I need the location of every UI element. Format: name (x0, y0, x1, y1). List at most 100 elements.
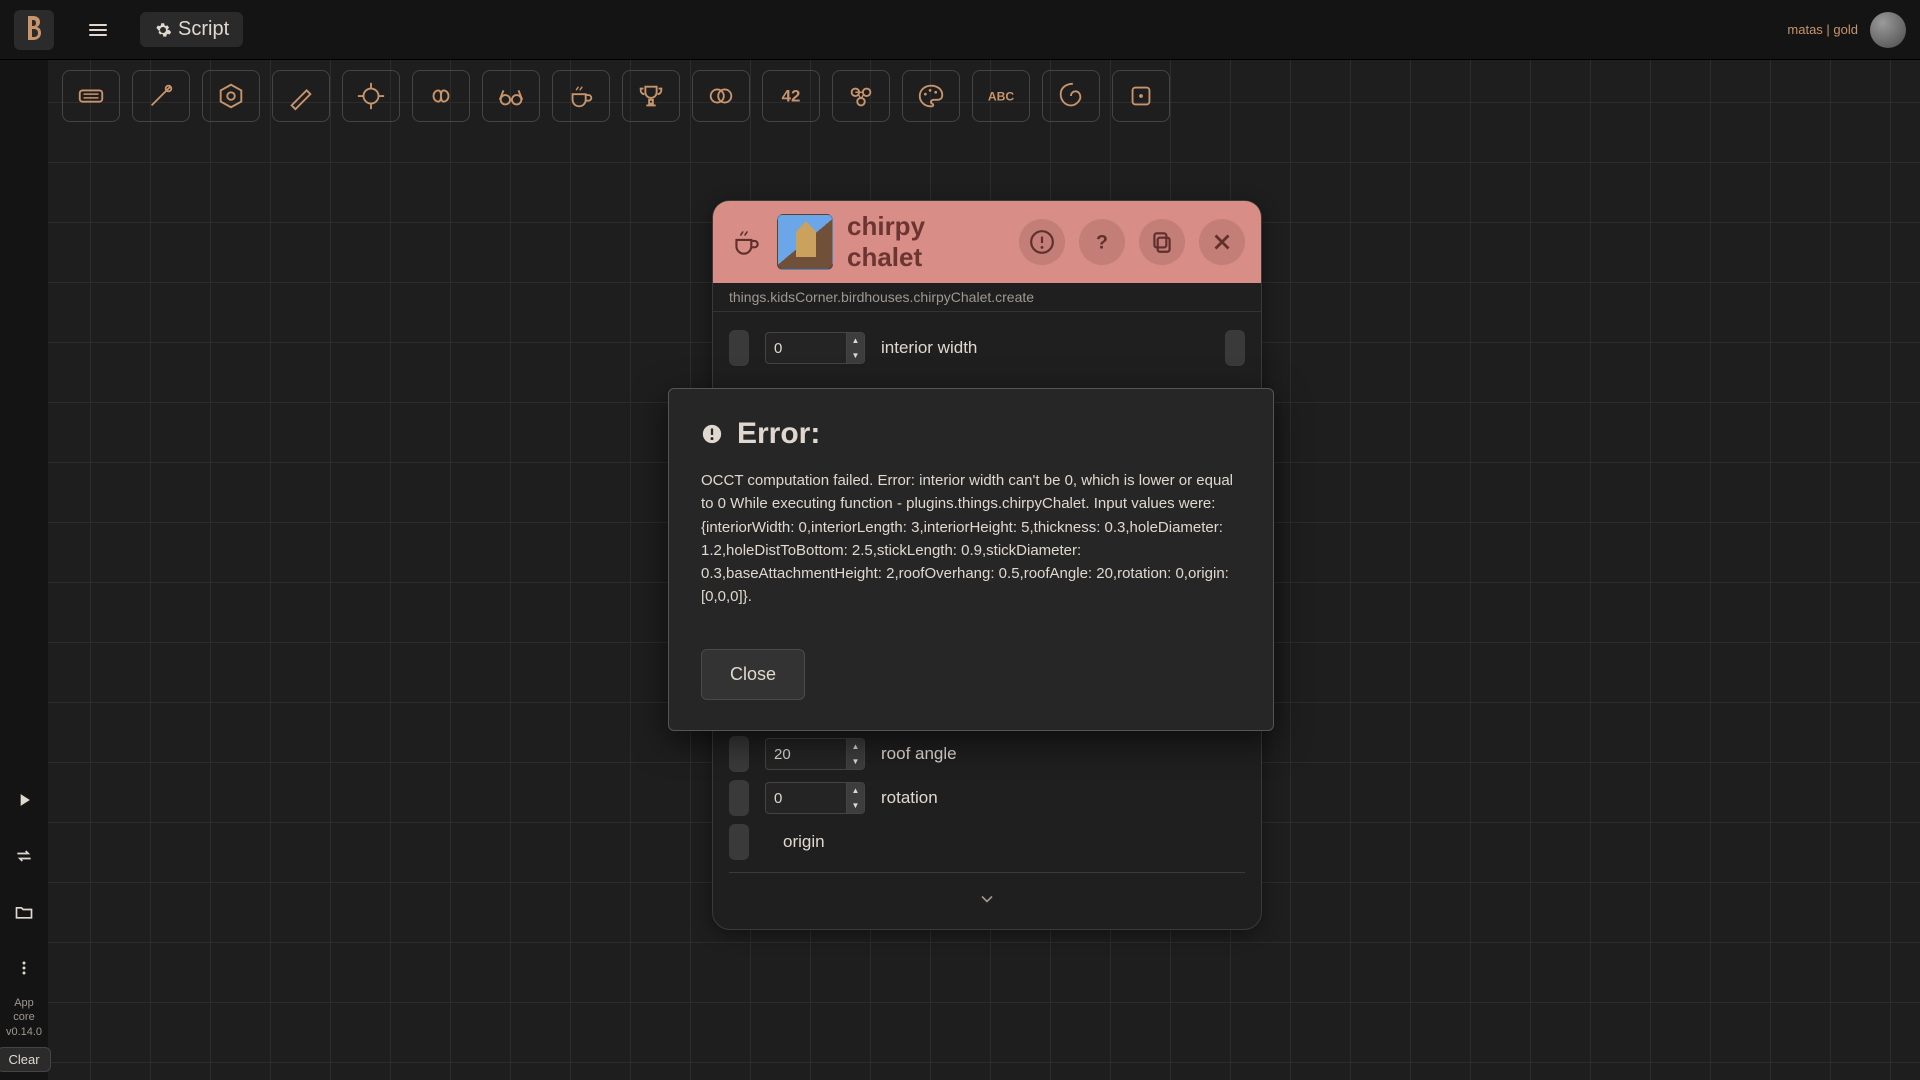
alert-icon (1029, 229, 1055, 255)
side-strip: App core v0.14.0 Clear (0, 60, 48, 1080)
spin-down-icon[interactable]: ▼ (847, 348, 864, 363)
spinner[interactable]: ▲▼ (846, 333, 864, 363)
logo-icon (22, 16, 46, 44)
tool-palette[interactable] (902, 70, 960, 122)
version-label: v0.14.0 (6, 1025, 42, 1039)
svg-text:42: 42 (782, 87, 801, 106)
spin-up-icon[interactable]: ▲ (847, 783, 864, 798)
chevron-down-icon (977, 889, 997, 909)
param-label: rotation (881, 788, 938, 808)
spin-up-icon[interactable]: ▲ (847, 333, 864, 348)
container-icon (76, 81, 106, 111)
tool-number[interactable]: 42 (762, 70, 820, 122)
node-thumbnail (777, 214, 833, 270)
palette-icon (916, 81, 946, 111)
modal-title: Error: (701, 417, 1241, 451)
user-label: matas | gold (1787, 22, 1858, 37)
param-label: roof angle (881, 744, 957, 764)
help-button[interactable]: ? (1079, 219, 1125, 265)
trophy-icon (636, 81, 666, 111)
close-node-button[interactable] (1199, 219, 1245, 265)
tool-pen[interactable] (272, 70, 330, 122)
info-button[interactable] (1019, 219, 1065, 265)
more-vert-icon (14, 958, 34, 978)
svg-text:ABC: ABC (988, 90, 1015, 104)
modal-body: OCCT computation failed. Error: interior… (701, 469, 1241, 609)
tool-text[interactable]: ABC (972, 70, 1030, 122)
tool-trophy[interactable] (622, 70, 680, 122)
tool-rings[interactable] (692, 70, 750, 122)
copy-button[interactable] (1139, 219, 1185, 265)
app-label: App (6, 996, 42, 1010)
node-path: things.kidsCorner.birdhouses.chirpyChale… (713, 283, 1261, 312)
play-icon (14, 790, 34, 810)
app-logo[interactable] (14, 10, 54, 50)
tool-teacup[interactable] (552, 70, 610, 122)
glasses-icon (496, 81, 526, 111)
avatar[interactable] (1870, 12, 1906, 48)
toolbar: 42 ABC (48, 60, 1920, 132)
param-label: interior width (881, 338, 977, 358)
tool-spiral[interactable] (1042, 70, 1100, 122)
copy-icon (1149, 229, 1175, 255)
number-input[interactable]: ▲▼ (765, 782, 865, 814)
divider (729, 872, 1245, 873)
menu-button[interactable] (84, 16, 112, 44)
play-button[interactable] (8, 784, 40, 816)
number-input[interactable]: ▲▼ (765, 332, 865, 364)
target-icon (356, 81, 386, 111)
question-icon: ? (1089, 229, 1115, 255)
node-header[interactable]: chirpy chalet ? (713, 201, 1261, 283)
param-row: ▲▼ interior width (729, 330, 1245, 366)
text-icon: ABC (986, 81, 1016, 111)
input-plug[interactable] (729, 780, 749, 816)
close-icon (1209, 229, 1235, 255)
die-icon (1126, 81, 1156, 111)
molecule-icon (846, 81, 876, 111)
tool-container[interactable] (62, 70, 120, 122)
origin-label: origin (783, 832, 825, 852)
folder-button[interactable] (8, 896, 40, 928)
output-plug[interactable] (1225, 330, 1245, 366)
script-button[interactable]: Script (140, 12, 243, 47)
tool-edge[interactable] (132, 70, 190, 122)
teacup-icon (729, 225, 763, 259)
rings-icon (706, 81, 736, 111)
number-icon: 42 (776, 81, 806, 111)
script-label: Script (178, 18, 229, 41)
spin-down-icon[interactable]: ▼ (847, 798, 864, 813)
more-button[interactable] (8, 952, 40, 984)
svg-text:?: ? (1096, 232, 1108, 254)
hamburger-icon (86, 18, 110, 42)
tool-infinity[interactable] (412, 70, 470, 122)
param-row: origin (729, 824, 1245, 860)
spin-up-icon[interactable]: ▲ (847, 739, 864, 754)
node-title: chirpy chalet (847, 211, 1005, 273)
toolbar-row: 42 ABC (0, 60, 1920, 132)
input-plug[interactable] (729, 824, 749, 860)
spinner[interactable]: ▲▼ (846, 783, 864, 813)
spinner[interactable]: ▲▼ (846, 739, 864, 769)
close-button[interactable]: Close (701, 649, 805, 700)
tool-glasses[interactable] (482, 70, 540, 122)
tool-target[interactable] (342, 70, 400, 122)
clear-button[interactable]: Clear (0, 1047, 51, 1072)
top-bar: Script matas | gold (0, 0, 1920, 60)
param-row: ▲▼ rotation (729, 780, 1245, 816)
teacup-icon (566, 81, 596, 111)
user-area[interactable]: matas | gold (1787, 12, 1906, 48)
expand-button[interactable] (729, 885, 1245, 913)
spin-down-icon[interactable]: ▼ (847, 754, 864, 769)
input-plug[interactable] (729, 330, 749, 366)
infinity-icon (426, 81, 456, 111)
tool-die[interactable] (1112, 70, 1170, 122)
swap-button[interactable] (8, 840, 40, 872)
param-row: ▲▼ roof angle (729, 736, 1245, 772)
modal-title-text: Error: (737, 417, 820, 451)
pen-icon (286, 81, 316, 111)
tool-molecule[interactable] (832, 70, 890, 122)
number-input[interactable]: ▲▼ (765, 738, 865, 770)
error-modal: Error: OCCT computation failed. Error: i… (668, 388, 1274, 731)
input-plug[interactable] (729, 736, 749, 772)
tool-hexagon[interactable] (202, 70, 260, 122)
